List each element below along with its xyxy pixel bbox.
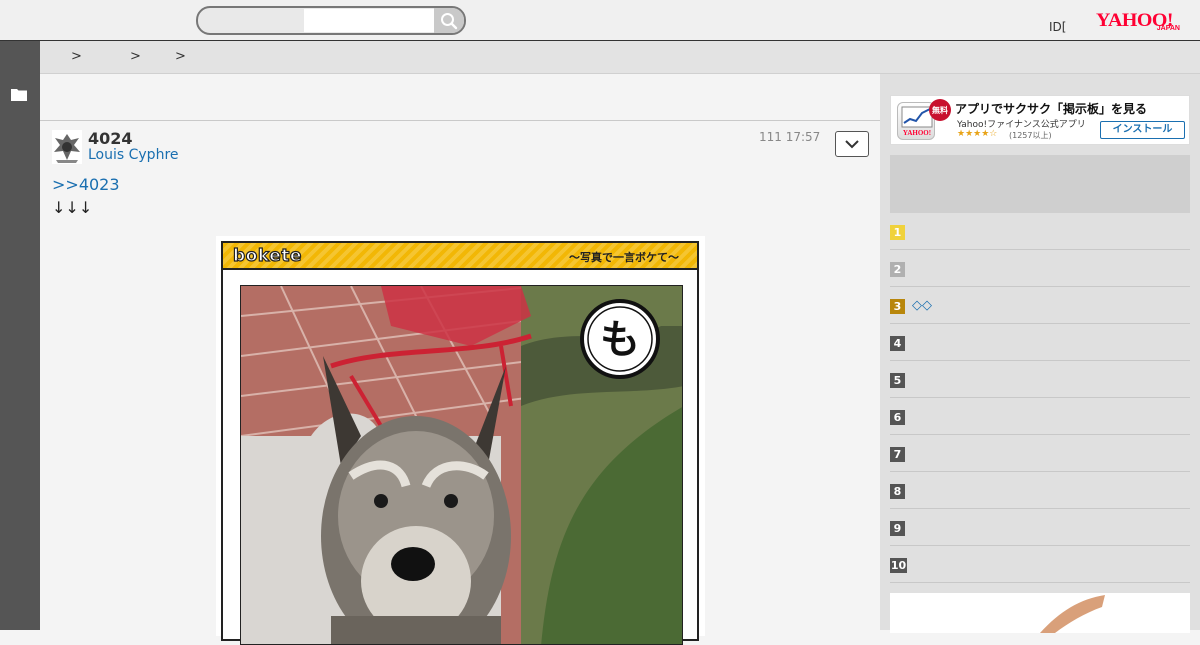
main-content: 4024 Louis Cyphre 111 17:57 >>4023 ↓↓↓ b…	[40, 74, 880, 645]
dog-photo: も	[240, 285, 683, 645]
ad-placeholder	[890, 155, 1190, 213]
reply-link[interactable]: >>4023	[52, 175, 120, 194]
app-review-count: (1257以上)	[1009, 131, 1052, 140]
ranking-number: 5	[890, 373, 905, 388]
right-sidebar: YAHOO! 無料 アプリでサクサク「掲示板」を見る Yahoo!ファイナンス公…	[880, 74, 1200, 633]
top-header: ID[ YAHOO! JAPAN	[0, 0, 1200, 41]
ranking-item[interactable]: 9	[890, 509, 1190, 546]
svg-text:YAHOO!: YAHOO!	[903, 129, 931, 137]
id-link[interactable]: ID[	[1049, 20, 1066, 34]
ranking-item[interactable]: 5	[890, 361, 1190, 398]
ranking-number: 9	[890, 521, 905, 536]
post-image[interactable]: bokete ～写真で一言ボケて～ も	[216, 236, 705, 645]
mo-badge: も	[580, 299, 660, 379]
ranking-number: 1	[890, 225, 905, 240]
ranking-number: 2	[890, 262, 905, 277]
ranking-item[interactable]: 8	[890, 472, 1190, 509]
post-text: ↓↓↓	[52, 198, 93, 217]
ranking-item[interactable]: 7	[890, 435, 1190, 472]
search-button[interactable]	[434, 8, 464, 33]
post-menu-button[interactable]	[835, 131, 869, 157]
app-banner-title: アプリでサクサク「掲示板」を見る	[955, 102, 1148, 116]
divider	[40, 120, 880, 121]
boketa-card: bokete ～写真で一言ボケて～ も	[221, 241, 699, 645]
yahoo-japan-logo[interactable]: YAHOO! JAPAN	[1096, 10, 1186, 36]
badge-text: も	[600, 317, 640, 363]
ranking-item[interactable]: 3 ◇◇	[890, 287, 1190, 324]
chevron-down-icon	[845, 140, 859, 149]
card-tagline: ～写真で一言ボケて～	[569, 251, 679, 264]
ranking-number: 10	[890, 558, 907, 573]
breadcrumb-separator: >	[130, 49, 141, 64]
ranking-title: ◇◇	[912, 298, 932, 313]
boketa-logo: bokete	[232, 245, 302, 266]
ranking-number: 8	[890, 484, 905, 499]
logo-sub-text: JAPAN	[1156, 25, 1180, 32]
ranking-item[interactable]: 10	[890, 546, 1190, 583]
breadcrumb-separator: >	[175, 49, 186, 64]
card-banner: bokete ～写真で一言ボケて～	[223, 243, 697, 270]
left-rail	[0, 41, 40, 630]
breadcrumb-separator: >	[71, 49, 82, 64]
free-badge: 無料	[929, 99, 951, 121]
author-link[interactable]: Louis Cyphre	[88, 147, 179, 163]
app-rating-stars: ★★★★☆	[957, 129, 998, 139]
ranking-item[interactable]: 2	[890, 250, 1190, 287]
post-timestamp: 111 17:57	[759, 130, 821, 144]
ranking-item[interactable]: 1	[890, 213, 1190, 250]
ranking-item[interactable]: 6	[890, 398, 1190, 435]
ranking-item[interactable]: 4	[890, 324, 1190, 361]
breadcrumb: > > >	[40, 41, 1200, 74]
search-box	[196, 6, 466, 35]
ranking-number: 7	[890, 447, 905, 462]
search-icon	[441, 12, 458, 29]
app-promo-banner[interactable]: YAHOO! 無料 アプリでサクサク「掲示板」を見る Yahoo!ファイナンス公…	[890, 95, 1190, 145]
install-button[interactable]: インストール	[1100, 121, 1185, 139]
bottom-ad[interactable]	[890, 593, 1190, 633]
ranking-number: 6	[890, 410, 905, 425]
avatar[interactable]	[52, 130, 82, 164]
ranking-number: 3	[890, 299, 905, 314]
folder-icon[interactable]	[11, 88, 27, 101]
bottom-ad-image	[890, 593, 1190, 633]
ranking-number: 4	[890, 336, 905, 351]
search-input[interactable]	[304, 9, 434, 32]
post-number[interactable]: 4024	[88, 129, 133, 148]
